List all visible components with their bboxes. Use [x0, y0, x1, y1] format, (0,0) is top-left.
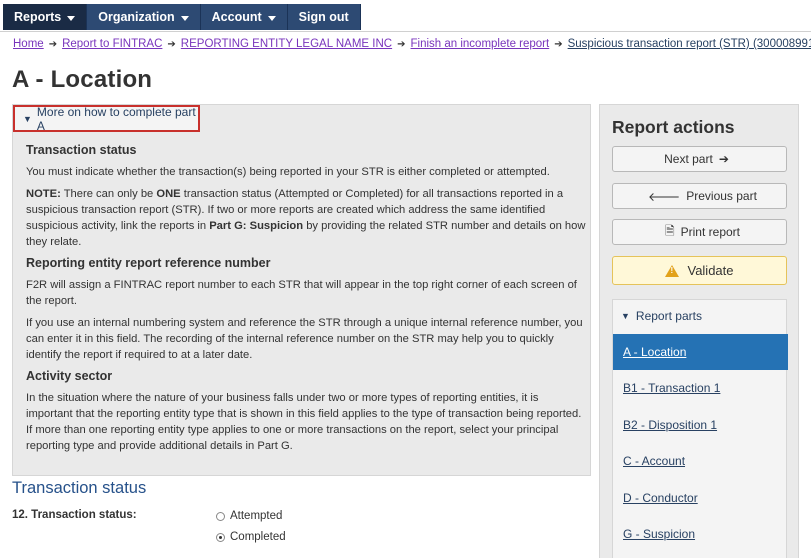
help-paragraph: You must indicate whether the transactio…	[26, 166, 550, 178]
chevron-down-icon	[180, 15, 189, 21]
help-summary-toggle[interactable]: ▼ More on how to complete part A	[13, 104, 200, 133]
help-details-panel: ▼ More on how to complete part A Transac…	[12, 104, 591, 476]
help-heading-activity-sector: Activity sector	[26, 369, 113, 383]
breadcrumb-str[interactable]: Suspicious transaction report (STR) (300…	[568, 38, 811, 50]
report-parts-toggle[interactable]: ▼ Report parts	[621, 309, 702, 323]
previous-part-label: Previous part	[686, 189, 757, 203]
next-part-label: Next part	[664, 152, 713, 166]
report-parts-label: Report parts	[635, 309, 702, 323]
breadcrumb-report-to-fintrac[interactable]: Report to FINTRAC	[62, 38, 162, 50]
document-icon: 🗎	[664, 223, 675, 238]
warning-icon	[665, 264, 680, 277]
help-paragraph: In the situation where the nature of you…	[26, 392, 582, 452]
part-b1-transaction[interactable]: B1 - Transaction 1	[613, 370, 788, 406]
help-content: Transaction status You must indicate whe…	[26, 143, 588, 460]
part-c-account[interactable]: C - Account	[613, 443, 788, 479]
next-part-button[interactable]: Next part ➔	[612, 146, 787, 172]
help-paragraph: If you use an internal numbering system …	[26, 317, 583, 361]
page-title: A - Location	[12, 66, 153, 93]
help-note: NOTE: There can only be ONE transaction …	[26, 186, 588, 250]
nav-account[interactable]: Account	[201, 4, 288, 30]
print-report-button[interactable]: 🗎 Print report	[612, 219, 787, 245]
chevron-down-icon	[67, 15, 76, 21]
note-label: NOTE:	[26, 188, 61, 200]
triangle-down-icon: ▼	[23, 113, 32, 124]
part-a-location[interactable]: A - Location	[613, 334, 788, 370]
menu-bar: Reports Organization Account Sign out	[3, 4, 361, 30]
nav-reports[interactable]: Reports	[3, 4, 88, 30]
nav-organization-label: Organization	[98, 10, 175, 24]
chevron-down-icon	[267, 15, 276, 21]
radio-button[interactable]	[216, 511, 225, 521]
radio-label: Attempted	[230, 510, 283, 522]
part-d-conductor[interactable]: D - Conductor	[613, 480, 788, 516]
help-heading-transaction-status: Transaction status	[26, 143, 137, 157]
section-title: Transaction status	[12, 479, 147, 497]
note-text: There can only be	[60, 188, 157, 200]
report-parts-panel: ▼ Report parts A - Location B1 - Transac…	[612, 299, 788, 558]
breadcrumb-home[interactable]: Home	[13, 38, 44, 50]
validate-label: Validate	[687, 263, 734, 278]
arrow-right-icon: ➔	[48, 38, 58, 50]
part-b2-disposition[interactable]: B2 - Disposition 1	[613, 407, 788, 443]
breadcrumb-entity[interactable]: REPORTING ENTITY LEGAL NAME INC	[181, 38, 392, 50]
part-g-suspicion[interactable]: G - Suspicion	[613, 516, 788, 552]
arrow-left-icon: 🡐	[648, 189, 681, 204]
report-actions-sidebar: Report actions Next part ➔ 🡐 Previous pa…	[599, 104, 799, 558]
help-paragraph: F2R will assign a FINTRAC report number …	[26, 279, 577, 307]
nav-organization[interactable]: Organization	[87, 4, 201, 30]
top-navigation: Reports Organization Account Sign out	[0, 0, 811, 32]
transaction-status-label: 12. Transaction status:	[12, 509, 137, 521]
nav-reports-label: Reports	[14, 10, 62, 24]
print-report-label: Print report	[680, 225, 740, 239]
triangle-down-icon: ▼	[621, 311, 630, 321]
note-one: ONE	[156, 188, 181, 200]
arrow-right-icon: ➔	[554, 38, 563, 50]
breadcrumb-finish-incomplete[interactable]: Finish an incomplete report	[411, 38, 550, 50]
sidebar-title: Report actions	[612, 117, 735, 137]
nav-sign-out-label: Sign out	[298, 10, 349, 24]
help-heading-reference-number: Reporting entity report reference number	[26, 256, 271, 270]
previous-part-button[interactable]: 🡐 Previous part	[612, 183, 787, 209]
arrow-right-icon: ➔	[397, 38, 406, 50]
arrow-right-icon: ➔	[167, 38, 176, 50]
radio-label: Completed	[230, 531, 286, 543]
help-summary-label: More on how to complete part A	[36, 104, 196, 133]
validate-button[interactable]: Validate	[612, 256, 787, 285]
radio-completed[interactable]: Completed	[216, 531, 286, 543]
nav-sign-out[interactable]: Sign out	[288, 4, 361, 30]
arrow-right-icon: ➔	[718, 152, 729, 166]
nav-account-label: Account	[211, 10, 262, 24]
breadcrumb: Home ➔ Report to FINTRAC ➔ REPORTING ENT…	[13, 38, 811, 50]
radio-button-checked[interactable]	[216, 532, 225, 542]
note-part-g: Part G: Suspicion	[209, 220, 304, 232]
radio-attempted[interactable]: Attempted	[216, 510, 282, 522]
